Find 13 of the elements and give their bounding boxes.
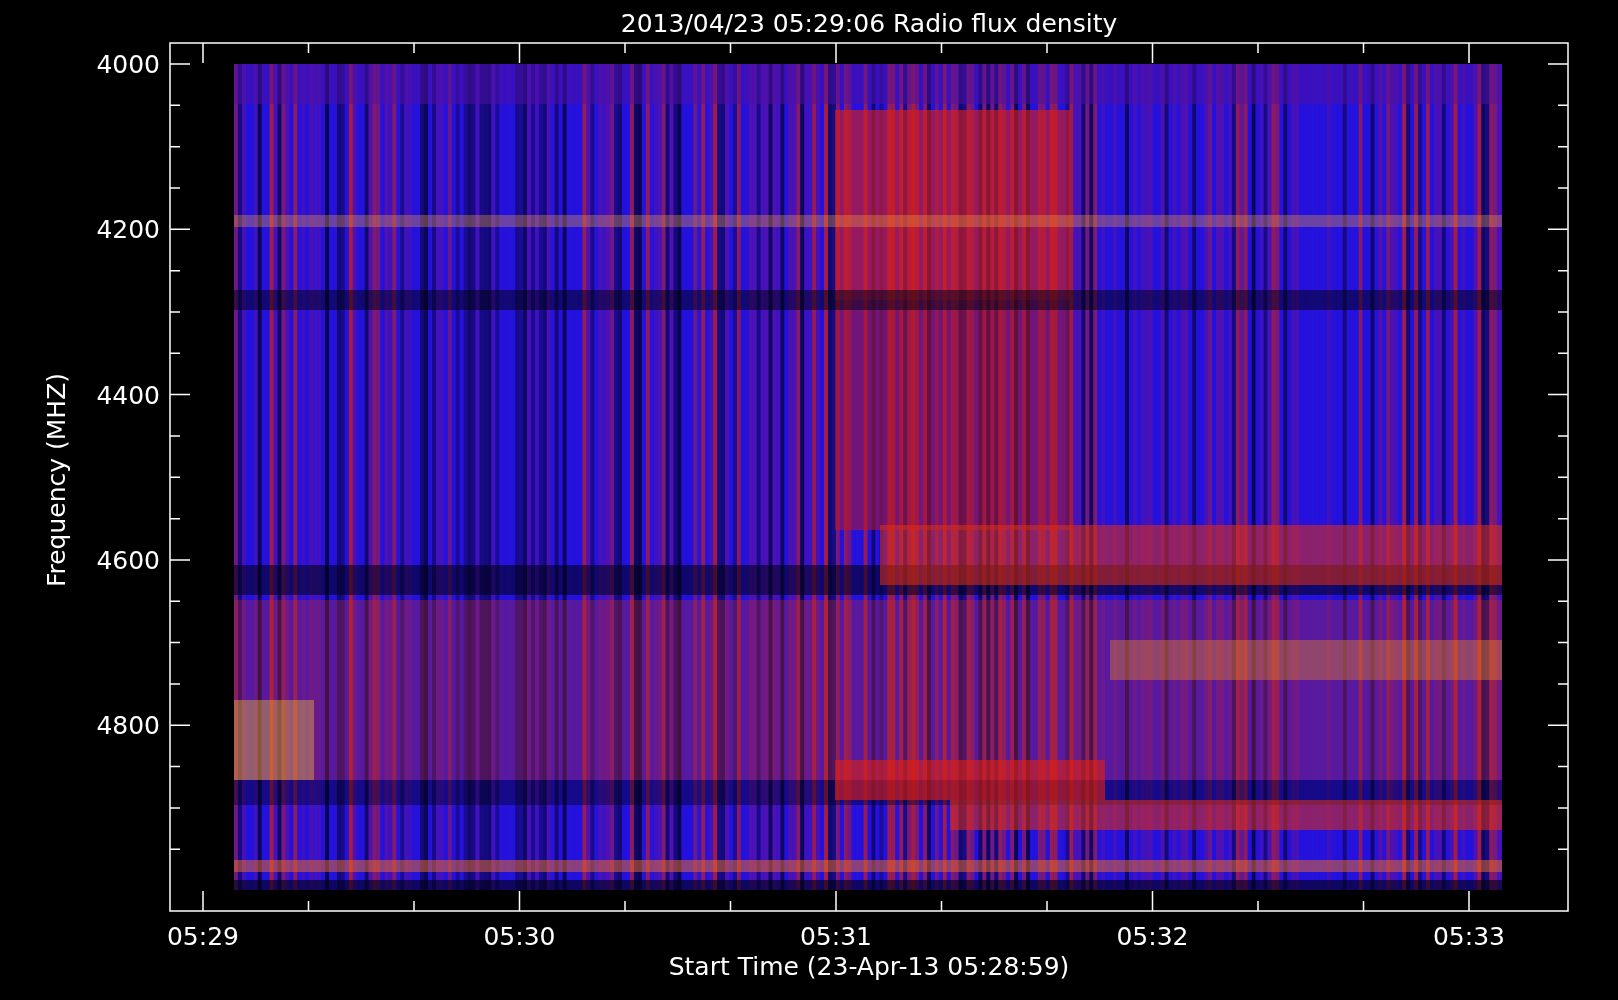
x-tick-label: 05:33: [1433, 922, 1505, 951]
y-tick-label: 4600: [96, 545, 160, 575]
x-tick-label: 05:32: [1116, 922, 1189, 951]
x-axis-label: Start Time (23-Apr-13 05:28:59): [668, 952, 1070, 981]
x-tick-label: 05:29: [167, 922, 239, 951]
chart-title: 2013/04/23 05:29:06 Radio flux density: [620, 9, 1118, 38]
x-tick-label: 05:31: [800, 922, 872, 951]
y-tick-label: 4000: [96, 50, 160, 79]
y-tick-label: 4200: [96, 215, 160, 245]
y-tick-label: 4400: [96, 380, 160, 410]
y-tick-label: 4800: [96, 711, 160, 741]
y-axis-label: Frequency (MHZ): [42, 372, 71, 588]
x-tick-label: 05:30: [483, 922, 556, 951]
